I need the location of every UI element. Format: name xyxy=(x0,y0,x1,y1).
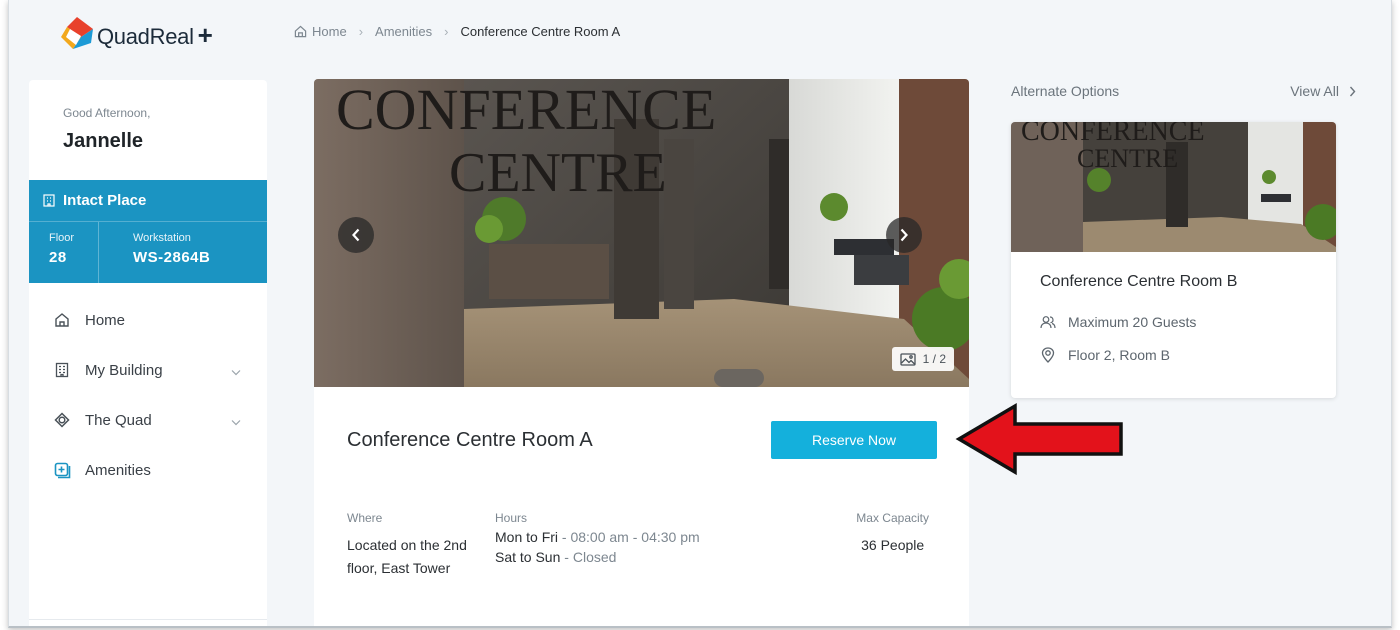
view-all-label: View All xyxy=(1290,83,1339,99)
capacity-label: Max Capacity xyxy=(856,511,929,525)
greeting-text: Good Afternoon, xyxy=(63,106,151,120)
chevron-right-icon xyxy=(1349,86,1356,96)
hours-label: Hours xyxy=(495,511,528,525)
workstation-info: Workstation WS-2864B xyxy=(99,222,210,283)
logo-text: QuadReal xyxy=(97,23,194,49)
alternate-location-row: Floor 2, Room B xyxy=(1040,347,1170,363)
breadcrumb-home[interactable]: Home xyxy=(312,24,347,39)
sidebar-item-label: Home xyxy=(85,311,126,329)
quadreal-logo[interactable]: QuadReal + xyxy=(59,14,213,51)
app-window: QuadReal + Home › Amenities › Conference… xyxy=(8,0,1392,628)
breadcrumb-current: Conference Centre Room A xyxy=(460,24,621,39)
carousel-next-button[interactable] xyxy=(886,217,922,253)
breadcrumb-separator-icon: › xyxy=(358,24,364,39)
breadcrumb-amenities[interactable]: Amenities xyxy=(375,24,432,39)
floor-label: Floor xyxy=(49,232,75,244)
alternate-options-title: Alternate Options xyxy=(1011,83,1120,99)
chevron-down-icon[interactable] xyxy=(231,413,241,430)
floor-value: 28 xyxy=(49,249,67,266)
greeting-panel: Good Afternoon, Jannelle xyxy=(29,80,267,180)
room-title: Conference Centre Room A xyxy=(347,429,593,451)
location-pin-icon xyxy=(1041,347,1055,363)
where-label: Where xyxy=(347,511,383,525)
sidebar-item-amenities[interactable]: Amenities xyxy=(29,445,267,495)
sidebar-nav: Home My Building The Quad Amenities xyxy=(29,283,267,495)
image-counter: 1 / 2 xyxy=(891,347,954,371)
alternate-guests: Maximum 20 Guests xyxy=(1068,314,1197,330)
sidebar-item-my-building[interactable]: My Building xyxy=(29,345,267,395)
hours-weekend-days: Sat to Sun xyxy=(495,549,561,565)
breadcrumb: Home › Amenities › Conference Centre Roo… xyxy=(294,24,620,39)
image-icon xyxy=(899,352,916,366)
reserve-now-button[interactable]: Reserve Now xyxy=(771,421,937,459)
where-section: Where Located on the 2nd floor, East Tow… xyxy=(347,511,467,580)
place-info: Floor 28 Workstation WS-2864B xyxy=(29,222,267,283)
amenities-icon xyxy=(53,461,71,479)
building-icon xyxy=(53,361,71,379)
alt-sign-line-2: CENTRE xyxy=(1077,144,1178,173)
hero-carousel[interactable]: CONFERENCE CENTRE 1 / 2 xyxy=(314,79,969,387)
sidebar-item-label: Amenities xyxy=(85,461,151,479)
user-name: Jannelle xyxy=(63,130,144,152)
image-counter-text: 1 / 2 xyxy=(922,352,946,366)
hero-sign-line-2: CENTRE xyxy=(449,142,667,204)
sidebar-divider xyxy=(29,619,267,620)
workstation-value: WS-2864B xyxy=(133,249,211,266)
hours-weekday-row: Mon to Fri - 08:00 am - 04:30 pm xyxy=(495,529,700,545)
carousel-prev-button[interactable] xyxy=(338,217,374,253)
building-icon xyxy=(43,194,55,207)
place-title: Intact Place xyxy=(29,180,267,222)
sidebar-item-home[interactable]: Home xyxy=(29,295,267,345)
capacity-value: 36 People xyxy=(861,537,925,553)
where-value: Located on the 2nd floor, East Tower xyxy=(347,537,467,576)
home-icon[interactable] xyxy=(294,25,307,38)
conference-room-photo: CONFERENCE CENTRE xyxy=(314,79,969,387)
logo-plus: + xyxy=(197,20,213,50)
floor-info: Floor 28 xyxy=(29,222,99,283)
quad-icon xyxy=(53,411,71,429)
hours-section: Hours Mon to Fri - 08:00 am - 04:30 pm S… xyxy=(495,511,700,565)
capacity-section: Max Capacity 36 People xyxy=(856,511,929,553)
alternate-options-header: Alternate Options View All xyxy=(1011,83,1356,99)
sidebar-item-the-quad[interactable]: The Quad xyxy=(29,395,267,445)
hours-weekday-time: 08:00 am - 04:30 pm xyxy=(570,529,700,545)
alternate-guests-row: Maximum 20 Guests xyxy=(1040,314,1196,330)
chevron-left-icon xyxy=(352,228,360,242)
users-icon xyxy=(1040,316,1056,329)
place-name: Intact Place xyxy=(63,192,147,209)
chevron-right-icon xyxy=(900,228,908,242)
view-all-link[interactable]: View All xyxy=(1290,83,1356,99)
sidebar-item-label: The Quad xyxy=(85,411,152,429)
alternate-room-title: Conference Centre Room B xyxy=(1040,273,1238,290)
logo-mark-icon xyxy=(59,15,95,51)
breadcrumb-separator-icon: › xyxy=(444,24,449,39)
current-place-panel[interactable]: Intact Place Floor 28 Workstation WS-286… xyxy=(29,180,267,283)
chevron-down-icon[interactable] xyxy=(231,363,241,380)
home-icon xyxy=(53,311,71,329)
amenity-detail-card: CONFERENCE CENTRE 1 / 2 Conference Centr… xyxy=(314,79,969,626)
sidebar-item-label: My Building xyxy=(85,361,163,379)
alternate-room-photo: CONFERENCE CENTRE xyxy=(1011,122,1336,252)
alternate-location: Floor 2, Room B xyxy=(1068,347,1170,363)
sidebar: Good Afternoon, Jannelle Intact Place Fl… xyxy=(29,80,267,626)
hours-weekend-time: Closed xyxy=(572,549,617,565)
red-arrow-annotation-icon xyxy=(955,402,1123,476)
hours-weekday-days: Mon to Fri xyxy=(495,529,559,545)
workstation-label: Workstation xyxy=(133,232,191,244)
hours-weekend-row: Sat to Sun - Closed xyxy=(495,549,617,565)
alternate-option-card[interactable]: CONFERENCE CENTRE Conference Centre Room… xyxy=(1011,122,1336,398)
hero-sign-line-1: CONFERENCE xyxy=(336,79,716,142)
